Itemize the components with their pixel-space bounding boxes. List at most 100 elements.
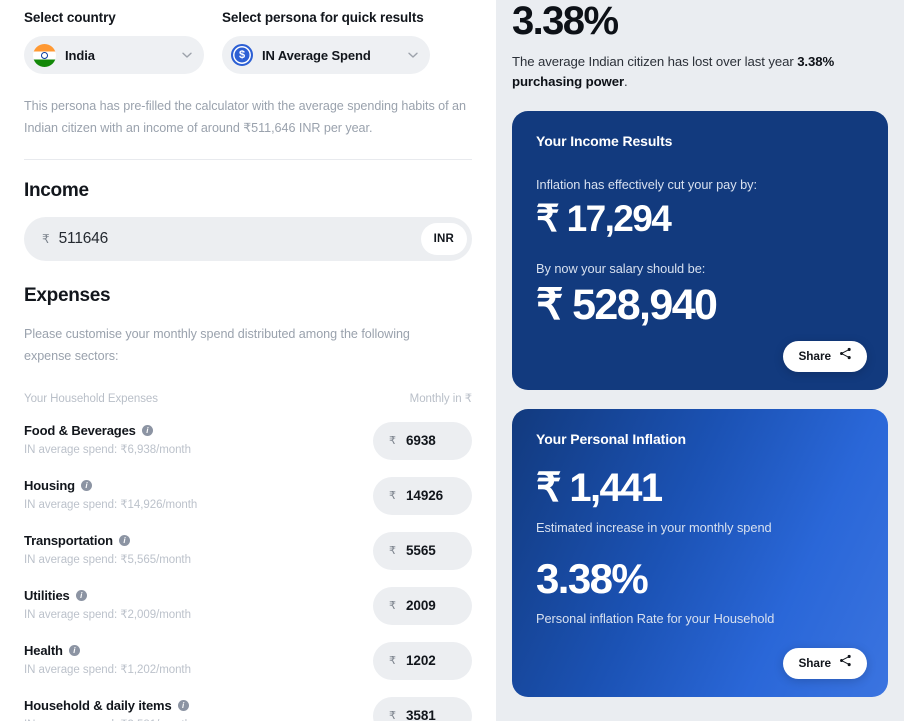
expense-amount-value: 5565 [406, 543, 436, 559]
expense-amount-value: 6938 [406, 433, 436, 449]
country-dropdown[interactable]: India [24, 36, 204, 74]
expenses-section-title: Expenses [24, 285, 111, 307]
expense-name: Transportation i [24, 533, 191, 548]
expense-name: Household & daily items i [24, 698, 191, 713]
currency-circle-icon: $ [231, 44, 253, 66]
inflation-calculator-app: Select country India Select persona for … [0, 0, 904, 721]
expense-name-label: Transportation [24, 532, 113, 548]
expense-average-note: IN average spend: ₹1,202/month [24, 663, 191, 676]
expense-amount-value: 3581 [406, 708, 436, 721]
expense-row-info: Utilities i IN average spend: ₹2,009/month [24, 587, 191, 621]
country-dropdown-value: India [65, 47, 95, 63]
share-icon [839, 347, 852, 365]
section-divider [24, 159, 472, 161]
expense-amount-input[interactable]: ₹3581 [373, 696, 472, 721]
calculator-form-panel: Select country India Select persona for … [0, 0, 496, 721]
info-icon[interactable]: i [141, 424, 153, 436]
inflation-card-amount-1: ₹ 1,441 [536, 465, 663, 510]
inflation-card-amount-2: 3.38% [536, 554, 649, 602]
info-icon[interactable]: i [80, 479, 92, 491]
expenses-col-right: Monthly in ₹ [409, 392, 472, 405]
expense-row-info: Health i IN average spend: ₹1,202/month [24, 642, 191, 676]
income-card-amount-2: ₹ 528,940 [536, 280, 718, 329]
rupee-icon: ₹ [389, 435, 396, 448]
income-input-value: 511646 [58, 230, 109, 248]
info-icon[interactable]: i [118, 534, 130, 546]
rupee-icon: ₹ [42, 232, 50, 247]
rupee-icon: ₹ [389, 600, 396, 613]
expenses-description: Please customise your monthly spend dist… [24, 327, 410, 363]
income-card-subtitle-2: By now your salary should be: [536, 260, 706, 276]
currency-badge[interactable]: INR [420, 223, 467, 256]
persona-label: Select persona for quick results [222, 10, 424, 25]
persona-selector-group: Select persona for quick results $ IN Av… [222, 10, 430, 74]
chevron-down-icon [180, 48, 194, 62]
country-label: Select country [24, 10, 116, 25]
headline-text-2: . [623, 74, 628, 90]
results-panel: 3.38% The average Indian citizen has los… [496, 0, 904, 721]
india-flag-icon [33, 43, 56, 67]
inflation-card-subtitle-2: Personal inflation Rate for your Househo… [536, 611, 775, 626]
expense-row: Food & Beverages i IN average spend: ₹6,93… [24, 421, 472, 460]
info-icon[interactable]: i [75, 589, 87, 601]
inflation-card-title: Your Personal Inflation [536, 430, 686, 447]
expense-average-note: IN average spend: ₹2,009/month [24, 608, 191, 621]
income-input[interactable]: ₹ 511646 INR [24, 217, 472, 262]
expense-name: Utilities i [24, 588, 191, 603]
income-card-title: Your Income Results [536, 132, 673, 149]
expense-amount-input[interactable]: ₹5565 [373, 531, 472, 570]
expense-amount-input[interactable]: ₹2009 [373, 586, 472, 625]
expense-amount-input[interactable]: ₹6938 [373, 421, 472, 460]
income-results-card: Your Income Results Inflation has effect… [512, 110, 888, 390]
expense-name: Food & Beverages i [24, 423, 191, 438]
expense-amount-input[interactable]: ₹1202 [373, 641, 472, 680]
expense-name-label: Health [24, 642, 63, 658]
income-card-subtitle-1: Inflation has effectively cut your pay b… [536, 176, 758, 192]
expense-name-label: Household & daily items [24, 697, 172, 713]
info-icon[interactable]: i [68, 644, 80, 656]
expense-row: Health i IN average spend: ₹1,202/month ₹12… [24, 641, 472, 680]
personal-inflation-card: Your Personal Inflation ₹ 1,441 Estimate… [512, 408, 888, 697]
chevron-down-icon [406, 48, 420, 62]
country-selector-group: Select country India [24, 10, 204, 74]
expense-amount-value: 14926 [406, 488, 444, 504]
expense-name-label: Food & Beverages [24, 422, 136, 438]
headline-description: The average Indian citizen has lost over… [512, 52, 888, 93]
expense-amount-value: 1202 [406, 653, 436, 669]
share-button-label: Share [798, 349, 831, 364]
expense-amount-input[interactable]: ₹14926 [373, 476, 472, 515]
expense-name: Housing i [24, 478, 197, 493]
expense-average-note: IN average spend: ₹3,581/month [24, 717, 191, 721]
expense-row: Utilities i IN average spend: ₹2,009/month… [24, 586, 472, 625]
expense-amount-value: 2009 [406, 598, 436, 614]
expense-average-note: IN average spend: ₹14,926/month [24, 498, 198, 511]
rupee-icon: ₹ [389, 545, 396, 558]
share-button[interactable]: Share [783, 340, 867, 372]
persona-dropdown[interactable]: $ IN Average Spend [222, 36, 430, 74]
selector-row: Select country India Select persona for … [24, 0, 472, 74]
expenses-col-left: Your Household Expenses [24, 392, 158, 405]
info-icon[interactable]: i [177, 699, 189, 711]
share-button-label: Share [798, 656, 831, 671]
expense-row-info: Household & daily items i IN average spend… [24, 697, 191, 721]
expense-average-note: IN average spend: ₹6,938/month [24, 443, 191, 456]
income-card-amount-1: ₹ 17,294 [536, 197, 672, 239]
expense-row: Transportation i IN average spend: ₹5,565/… [24, 531, 472, 570]
headline-text-1: The average Indian citizen has lost over… [512, 54, 798, 69]
expense-name-label: Utilities [24, 587, 70, 603]
share-icon [839, 654, 852, 672]
inflation-card-subtitle-1: Estimated increase in your monthly spend [536, 519, 772, 535]
expense-average-note: IN average spend: ₹5,565/month [24, 553, 191, 566]
expense-row: Household & daily items i IN average spend… [24, 696, 472, 721]
persona-dropdown-value: IN Average Spend [262, 47, 371, 63]
expenses-list: Food & Beverages i IN average spend: ₹6,93… [24, 421, 472, 721]
share-button[interactable]: Share [783, 647, 867, 679]
expense-row: Housing i IN average spend: ₹14,926/month ₹… [24, 476, 472, 515]
rupee-icon: ₹ [389, 490, 396, 503]
rupee-icon: ₹ [389, 710, 396, 721]
expense-name-label: Housing [24, 477, 75, 493]
expense-name: Health i [24, 643, 191, 658]
expense-row-info: Housing i IN average spend: ₹14,926/month [24, 477, 197, 511]
expenses-table-header: Your Household Expenses Monthly in ₹ [24, 391, 472, 405]
expense-row-info: Food & Beverages i IN average spend: ₹6,93… [24, 422, 191, 456]
